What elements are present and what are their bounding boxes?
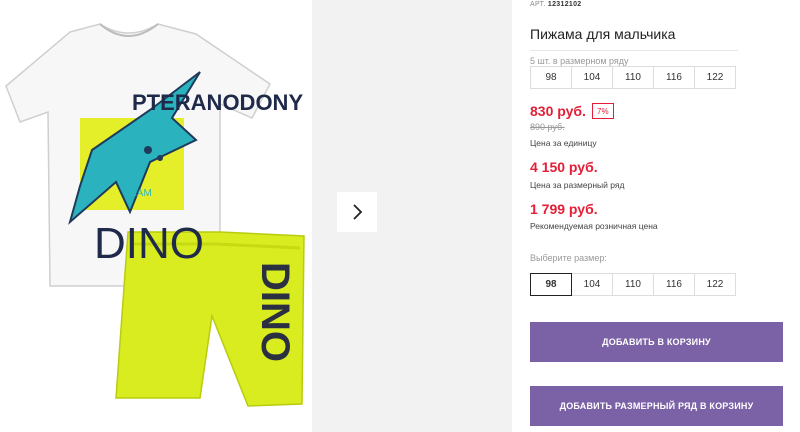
size-selector: 98 104 110 116 122 (530, 273, 736, 296)
rrp-price: 1 799 руб. (530, 201, 598, 217)
shirt-print-top: PTERANODONY (132, 90, 303, 115)
pack-size-cell: 110 (612, 66, 654, 89)
shorts-print: DINO (253, 262, 297, 362)
add-to-cart-button[interactable]: ДОБАВИТЬ В КОРЗИНУ (530, 322, 783, 362)
sku-label: АРТ. (530, 1, 546, 8)
pack-size-cell: 116 (653, 66, 695, 89)
rrp-caption: Рекомендуемая розничная цена (530, 221, 658, 231)
old-price: 890 руб. (530, 122, 565, 132)
pack-note: 5 шт. в размерном ряду (530, 56, 629, 66)
gallery-next-button[interactable] (337, 192, 377, 232)
add-pack-to-cart-button[interactable]: ДОБАВИТЬ РАЗМЕРНЫЙ РЯД В КОРЗИНУ (530, 386, 783, 426)
chevron-right-icon (353, 204, 363, 220)
pack-size-row: 98 104 110 116 122 (530, 66, 736, 89)
size-option-98[interactable]: 98 (530, 273, 572, 296)
pajama-illustration: PTERANODONY TEAM DINO DINO (5, 23, 305, 407)
choose-size-label: Выберите размер: (530, 253, 607, 263)
size-option-122[interactable]: 122 (694, 273, 736, 296)
pack-price-caption: Цена за размерный ряд (530, 180, 625, 190)
size-option-116[interactable]: 116 (653, 273, 695, 296)
pack-size-cell: 104 (571, 66, 613, 89)
shirt-print-team: TEAM (124, 188, 152, 199)
discount-badge: 7% (592, 103, 614, 119)
pack-price: 4 150 руб. (530, 159, 598, 175)
product-image: PTERANODONY TEAM DINO DINO (0, 0, 312, 432)
pack-size-cell: 98 (530, 66, 572, 89)
product-title: Пижама для мальчика (530, 26, 676, 42)
sku-value: 12312102 (547, 1, 582, 8)
divider (530, 50, 738, 51)
shirt-print-bottom: DINO (94, 219, 204, 268)
size-option-110[interactable]: 110 (612, 273, 654, 296)
product-sku: АРТ. 12312102 (530, 1, 581, 8)
pack-size-cell: 122 (694, 66, 736, 89)
unit-price-caption: Цена за единицу (530, 138, 597, 148)
unit-price: 830 руб. (530, 103, 586, 119)
size-option-104[interactable]: 104 (571, 273, 613, 296)
